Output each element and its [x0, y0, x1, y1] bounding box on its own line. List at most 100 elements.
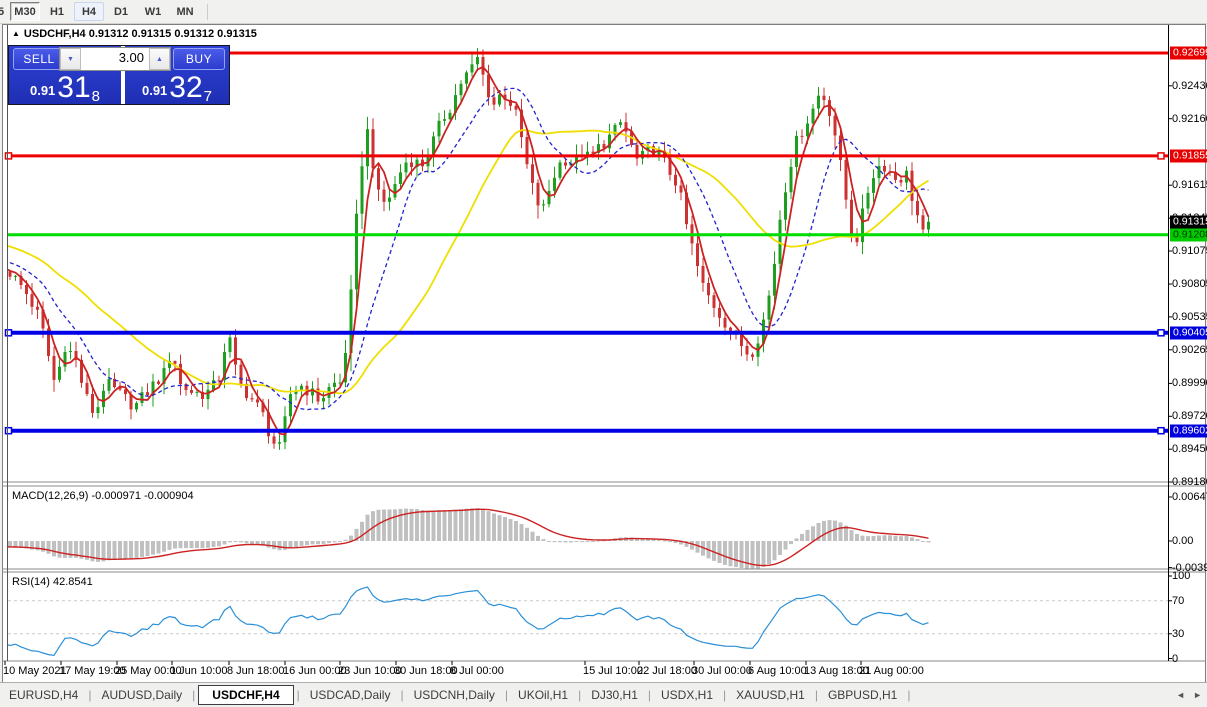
candle-body [482, 57, 485, 75]
macd-histogram-bar [217, 541, 221, 546]
tf-button-d1[interactable]: D1 [106, 2, 136, 21]
macd-histogram-bar [250, 541, 254, 544]
price-axis-tick: 0.89450 [1172, 443, 1207, 455]
date-axis-label: 6 Aug 10:00 [748, 665, 807, 677]
tab-scroll-right-icon[interactable]: ► [1193, 690, 1202, 700]
tf-button-m5-partial[interactable]: 5 [0, 2, 8, 21]
chart-tab-xauusdh1[interactable]: XAUUSD,H1 [727, 685, 814, 705]
macd-histogram-bar [234, 541, 238, 542]
candle-body [828, 100, 831, 116]
line-drag-handle[interactable] [6, 428, 12, 434]
candle-body [768, 296, 771, 320]
tf-button-h1[interactable]: H1 [42, 2, 72, 21]
tf-button-mn[interactable]: MN [170, 2, 200, 21]
macd-histogram-bar [382, 510, 386, 542]
macd-histogram-bar [811, 526, 815, 541]
price-axis-tick: 0.89720 [1172, 410, 1207, 422]
candle-body [790, 167, 793, 192]
macd-histogram-bar [305, 541, 309, 545]
macd-histogram-bar [542, 539, 546, 541]
chart-tab-gbpusdh1[interactable]: GBPUSD,H1 [819, 685, 906, 705]
macd-histogram-bar [773, 541, 777, 560]
macd-histogram-bar [459, 509, 463, 541]
toolbar-divider [207, 4, 208, 20]
macd-histogram-bar [190, 541, 194, 548]
lot-decrease-button[interactable]: ▼ [60, 48, 81, 70]
macd-histogram-bar [487, 511, 491, 541]
candle-body [278, 442, 281, 444]
macd-histogram-bar [212, 541, 216, 547]
chart-tab-usdcnhdaily[interactable]: USDCNH,Daily [405, 685, 504, 705]
candle-body [812, 109, 815, 124]
tf-button-h4[interactable]: H4 [74, 2, 104, 21]
candle-body [696, 243, 699, 266]
macd-histogram-bar [360, 522, 364, 541]
candle-body [476, 57, 479, 64]
lot-increase-button[interactable]: ▲ [149, 48, 170, 70]
chart-tab-usdxh1[interactable]: USDX,H1 [652, 685, 722, 705]
macd-histogram-bar [795, 538, 799, 541]
candle-body [471, 64, 474, 72]
tab-scroll-left-icon[interactable]: ◄ [1176, 690, 1185, 700]
price-axis-tick: 0.91075 [1172, 245, 1207, 257]
date-axis-label: 22 Jul 18:00 [637, 665, 697, 677]
current-bid-price-label: 0.91315 [1170, 216, 1207, 229]
line-drag-handle[interactable] [1158, 428, 1164, 434]
date-axis-label: 1 Jun 10:00 [170, 665, 228, 677]
macd-histogram-bar [179, 541, 183, 548]
candle-body [355, 214, 358, 290]
line-drag-handle[interactable] [6, 330, 12, 336]
chart-tab-usdchfh4[interactable]: USDCHF,H4 [198, 685, 293, 705]
candle-body [784, 192, 787, 219]
candle-body [498, 95, 501, 105]
candle-body [548, 191, 551, 204]
macd-signal-line [0, 509, 929, 565]
chart-tab-usdcaddaily[interactable]: USDCAD,Daily [301, 685, 400, 705]
tf-button-w1[interactable]: W1 [138, 2, 168, 21]
line-drag-handle[interactable] [1158, 330, 1164, 336]
rsi-line [0, 587, 929, 655]
chart-tab-eurusdh4[interactable]: EURUSD,H4 [0, 685, 87, 705]
macd-histogram-bar [146, 541, 150, 556]
rsi-axis-label: 30 [1172, 628, 1184, 640]
candle-body [680, 186, 683, 193]
candle-body [713, 295, 716, 308]
macd-histogram-bar [437, 510, 441, 541]
candle-body [526, 137, 529, 164]
timeframe-toolbar: 5M30H1H4D1W1MN [0, 0, 1207, 24]
candle-body [58, 367, 61, 380]
buy-button[interactable]: BUY [173, 48, 225, 70]
candle-body [707, 283, 710, 295]
chart-tab-audusddaily[interactable]: AUDUSD,Daily [92, 685, 191, 705]
price-line-label: 0.91208 [1170, 229, 1207, 242]
macd-histogram-bar [162, 541, 166, 552]
sell-price: 0.91318 [9, 73, 121, 103]
macd-histogram-bar [745, 541, 749, 569]
macd-histogram-bar [916, 539, 920, 541]
sell-button[interactable]: SELL [13, 48, 65, 70]
macd-histogram-bar [905, 536, 909, 541]
candle-body [773, 264, 776, 296]
macd-histogram-bar [663, 541, 667, 542]
candle-body [333, 383, 336, 387]
line-drag-handle[interactable] [1158, 153, 1164, 159]
macd-histogram-bar [118, 541, 122, 559]
macd-histogram-bar [140, 541, 144, 557]
tf-button-m30[interactable]: M30 [10, 2, 40, 21]
price-axis-tick: 0.92430 [1172, 80, 1207, 92]
macd-histogram-bar [481, 509, 485, 541]
macd-histogram-bar [393, 509, 397, 541]
macd-histogram-bar [657, 540, 661, 541]
line-drag-handle[interactable] [6, 153, 12, 159]
lot-size-value[interactable]: 3.00 [81, 48, 149, 70]
candle-body [542, 204, 545, 205]
chart-tab-dj30h1[interactable]: DJ30,H1 [582, 685, 647, 705]
macd-histogram-bar [888, 535, 892, 541]
macd-histogram-bar [151, 541, 155, 555]
price-chart-canvas[interactable] [0, 0, 1207, 706]
candle-body [405, 163, 408, 173]
macd-histogram-bar [564, 541, 568, 542]
chart-tab-ukoilh1[interactable]: UKOil,H1 [509, 685, 577, 705]
date-axis-label: 30 Jul 00:00 [692, 665, 752, 677]
macd-histogram-bar [443, 510, 447, 541]
